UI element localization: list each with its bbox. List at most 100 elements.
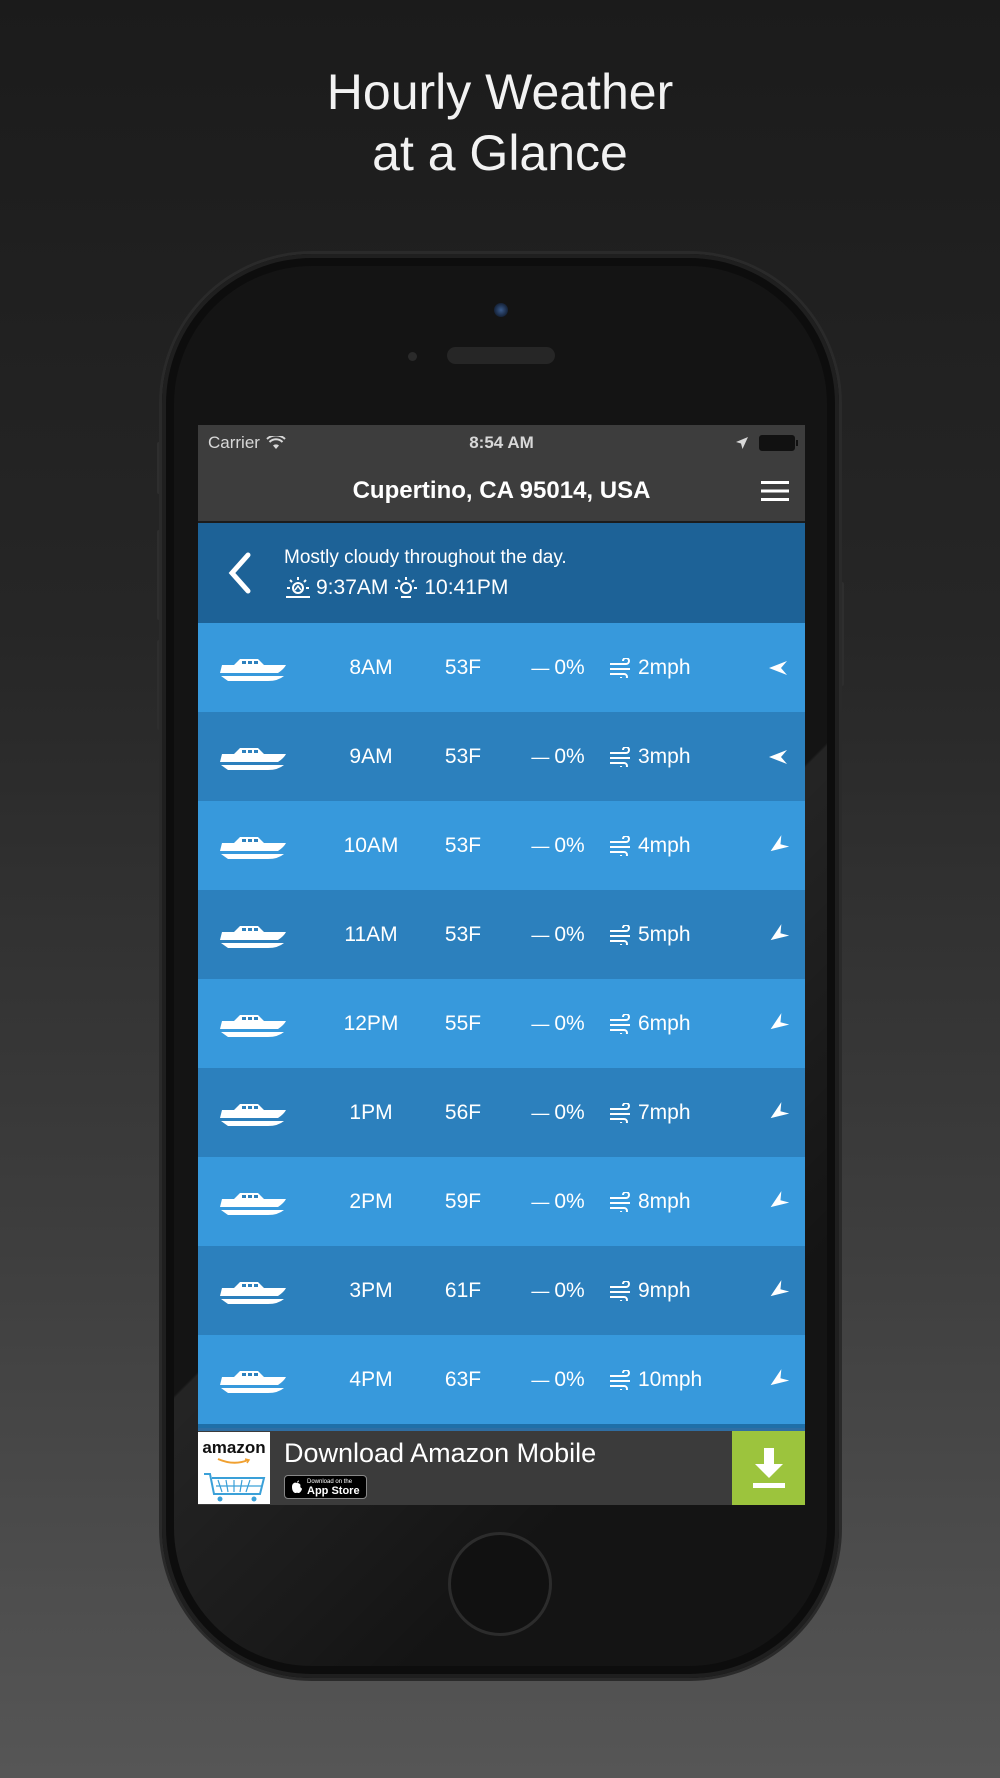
status-time: 8:54 AM: [469, 433, 534, 452]
wind-speed: 7mph: [638, 1100, 691, 1124]
wind-speed: 2mph: [638, 655, 691, 679]
wind-group: 10mph: [608, 1368, 748, 1392]
temperature-value: 55F: [444, 1011, 482, 1035]
wind-icon: [608, 924, 638, 945]
hour-label: 3PM: [349, 1278, 393, 1302]
wind-speed: 9mph: [638, 1278, 691, 1302]
amazon-logo: amazon: [198, 1432, 270, 1504]
hourly-row[interactable]: 12PM 55F — 0% 6mph: [198, 979, 805, 1068]
wind-icon: [608, 657, 638, 678]
nav-bar: Cupertino, CA 95014, USA: [198, 461, 805, 523]
precip-group: — 0%: [512, 1012, 604, 1036]
hourly-row[interactable]: 10AM 53F — 0% 4mph: [198, 801, 805, 890]
menu-icon[interactable]: [759, 475, 791, 507]
hour-label: 1PM: [349, 1100, 393, 1124]
home-button[interactable]: [448, 1532, 552, 1636]
boat-icon: [218, 831, 288, 861]
sunrise-icon: [286, 577, 310, 598]
hour-label: 4PM: [349, 1367, 393, 1391]
badge-big-text: App Store: [307, 1484, 360, 1497]
precip-group: — 0%: [512, 1101, 604, 1125]
wind-icon: [608, 1369, 638, 1390]
precip-value: 0%: [554, 1278, 585, 1302]
ad-banner[interactable]: amazon Download Amazon Mobile Download o…: [198, 1428, 805, 1505]
wind-group: 4mph: [608, 834, 748, 858]
precip-value: 0%: [554, 655, 585, 679]
wind-group: 9mph: [608, 1279, 748, 1303]
precip-group: — 0%: [512, 1279, 604, 1303]
wind-group: 6mph: [608, 1012, 748, 1036]
precip-value: 0%: [554, 833, 585, 857]
boat-icon: [218, 1187, 288, 1217]
ad-download-button[interactable]: [732, 1431, 805, 1505]
wind-speed: 10mph: [638, 1367, 703, 1391]
hourly-row[interactable]: 8AM 53F — 0% 2mph: [198, 623, 805, 712]
cart-icon: [204, 1473, 266, 1502]
precip-group: — 0%: [512, 1190, 604, 1214]
apple-icon: [292, 1480, 302, 1493]
promo-headline: Hourly Weather at a Glance: [0, 62, 1000, 184]
wind-speed: 6mph: [638, 1011, 691, 1035]
precip-icon: —: [531, 746, 555, 767]
hourly-row[interactable]: 11AM 53F — 0% 5mph: [198, 890, 805, 979]
wind-icon: [608, 746, 638, 767]
hour-label: 10AM: [343, 833, 399, 857]
sun-times: 9:37AM 10:41PM: [284, 573, 567, 603]
precip-value: 0%: [554, 922, 585, 946]
wind-direction-icon: [767, 1279, 790, 1302]
wind-speed: 8mph: [638, 1189, 691, 1213]
precip-group: — 0%: [512, 745, 604, 769]
precip-icon: —: [531, 1191, 555, 1212]
boat-icon: [218, 1098, 288, 1128]
wind-group: 7mph: [608, 1101, 748, 1125]
temperature-value: 53F: [444, 833, 482, 857]
temperature-value: 56F: [444, 1100, 482, 1124]
amazon-logo-text: amazon: [202, 1438, 266, 1457]
hour-label: 12PM: [343, 1011, 399, 1035]
precip-icon: —: [531, 835, 555, 856]
precip-value: 0%: [554, 1367, 585, 1391]
wind-speed: 5mph: [638, 922, 691, 946]
wind-direction-icon: [767, 1101, 790, 1124]
app-screen: Carrier 8:54 AM Cupertino, CA 95014, USA: [198, 425, 805, 1505]
wind-speed: 3mph: [638, 744, 691, 768]
hourly-row[interactable]: 1PM 56F — 0% 7mph: [198, 1068, 805, 1157]
boat-icon: [218, 653, 288, 683]
wind-direction-icon: [767, 1190, 790, 1213]
precip-icon: —: [531, 924, 555, 945]
app-store-badge[interactable]: Download on the App Store: [284, 1474, 367, 1499]
back-chevron-icon[interactable]: [220, 543, 260, 603]
front-camera: [494, 303, 508, 317]
precip-value: 0%: [554, 1011, 585, 1035]
temperature-value: 61F: [444, 1278, 482, 1302]
temperature-value: 63F: [444, 1367, 482, 1391]
promo-headline-line1: Hourly Weather: [326, 64, 674, 120]
wind-icon: [608, 1102, 638, 1123]
carrier-group: Carrier: [208, 433, 286, 453]
amazon-smile-icon: [217, 1458, 251, 1464]
wind-direction-icon: [767, 1012, 790, 1035]
wind-speed: 4mph: [638, 833, 691, 857]
precip-icon: —: [531, 1369, 555, 1390]
wind-icon: [608, 1013, 638, 1034]
wind-group: 2mph: [608, 656, 748, 680]
wind-direction-icon: [767, 657, 789, 679]
wind-direction-icon: [767, 834, 790, 857]
sunset-time: 10:41PM: [424, 576, 509, 599]
proximity-sensor: [408, 352, 417, 361]
location-title: Cupertino, CA 95014, USA: [352, 477, 651, 504]
precip-icon: —: [531, 1102, 555, 1123]
wind-direction-icon: [767, 1368, 790, 1391]
day-summary: Mostly cloudy throughout the day. 9:37AM: [198, 523, 805, 623]
hourly-row[interactable]: 2PM 59F — 0% 8mph: [198, 1157, 805, 1246]
boat-icon: [218, 1009, 288, 1039]
precip-group: — 0%: [512, 834, 604, 858]
hourly-row[interactable]: 4PM 63F — 0% 10mph: [198, 1335, 805, 1424]
carrier-label: Carrier: [208, 433, 260, 452]
precip-icon: —: [531, 657, 555, 678]
hour-label: 9AM: [349, 744, 393, 768]
hourly-row[interactable]: 3PM 61F — 0% 9mph: [198, 1246, 805, 1335]
temperature-value: 53F: [444, 922, 482, 946]
hourly-row[interactable]: 9AM 53F — 0% 3mph: [198, 712, 805, 801]
precip-value: 0%: [554, 1100, 585, 1124]
